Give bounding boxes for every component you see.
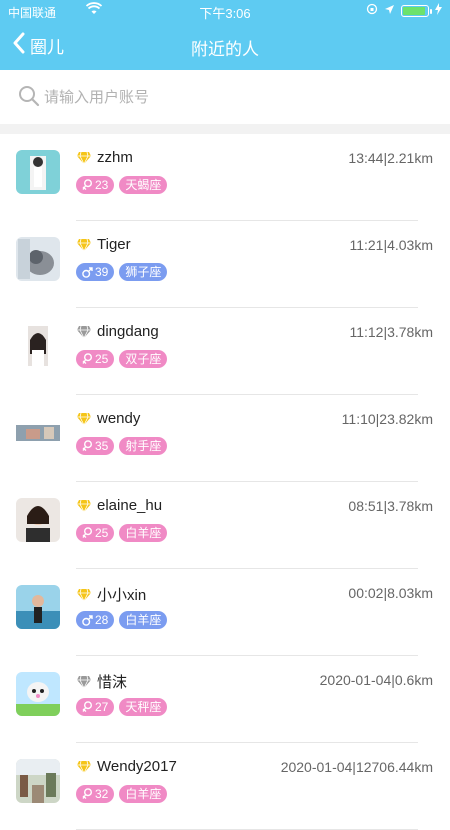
avatar[interactable] (16, 498, 60, 542)
age-label: 39 (95, 265, 109, 279)
time-distance: 13:44|2.21km (348, 150, 433, 166)
gender-age-badge: 39 (76, 263, 115, 281)
diamond-icon (76, 412, 92, 426)
female-icon (82, 440, 93, 452)
search-bar (0, 70, 450, 124)
user-name: wendy (97, 410, 141, 427)
gender-age-badge: 32 (76, 785, 115, 803)
female-icon (82, 701, 93, 713)
avatar[interactable] (16, 585, 60, 629)
age-label: 25 (95, 526, 109, 540)
list-item[interactable]: wendy 11:10|23.82km 35 射手座 (0, 395, 450, 482)
zodiac-badge: 白羊座 (119, 785, 168, 803)
time-distance: 08:51|3.78km (348, 498, 433, 514)
avatar[interactable] (16, 411, 60, 455)
gender-age-badge: 27 (76, 698, 115, 716)
male-icon (82, 614, 93, 626)
diamond-icon (76, 151, 92, 165)
location-icon (384, 4, 395, 18)
zodiac-badge: 白羊座 (119, 524, 168, 542)
charging-icon (435, 3, 442, 18)
search-icon (18, 85, 40, 107)
gender-age-badge: 35 (76, 437, 115, 455)
female-icon (82, 179, 93, 191)
user-name: 小小xin (97, 587, 147, 604)
diamond-icon (76, 588, 92, 602)
gender-age-badge: 25 (76, 524, 115, 542)
nearby-user-list: zzhm 13:44|2.21km 23 天蝎座 Tiger 11:21|4.03km 39… (0, 134, 450, 830)
avatar[interactable] (16, 672, 60, 716)
age-label: 28 (95, 613, 109, 627)
user-name: zzhm (97, 149, 133, 166)
list-item[interactable]: Wendy2017 2020-01-04|12706.44km 32 白羊座 (0, 743, 450, 830)
zodiac-badge: 白羊座 (119, 611, 168, 629)
female-icon (82, 788, 93, 800)
list-item[interactable]: elaine_hu 08:51|3.78km 25 白羊座 (0, 482, 450, 569)
list-item[interactable]: Tiger 11:21|4.03km 39 狮子座 (0, 221, 450, 308)
female-icon (82, 353, 93, 365)
page-title: 附近的人 (191, 40, 259, 59)
section-gap (0, 124, 450, 134)
search-input[interactable] (44, 84, 424, 110)
zodiac-badge: 天蝎座 (119, 176, 168, 194)
orientation-lock-icon (366, 3, 378, 18)
list-item[interactable]: 小小xin 00:02|8.03km 28 白羊座 (0, 569, 450, 656)
diamond-icon (76, 675, 92, 689)
battery-icon (401, 4, 432, 17)
user-name: 惜沫 (97, 674, 128, 691)
age-label: 32 (95, 787, 109, 801)
time-distance: 2020-01-04|12706.44km (280, 759, 433, 775)
zodiac-badge: 天秤座 (119, 698, 168, 716)
female-icon (82, 527, 93, 539)
time-distance: 11:21|4.03km (349, 237, 433, 253)
navbar: 圈儿 附近的人 (0, 26, 450, 66)
diamond-icon (76, 499, 92, 513)
diamond-icon (76, 325, 92, 339)
avatar[interactable] (16, 759, 60, 803)
list-item[interactable]: 惜沫 2020-01-04|0.6km 27 天秤座 (0, 656, 450, 743)
gender-age-badge: 23 (76, 176, 115, 194)
diamond-icon (76, 760, 92, 774)
status-bar: 中国联通 下午3:06 (0, 0, 450, 22)
gender-age-badge: 25 (76, 350, 115, 368)
user-name: dingdang (97, 323, 159, 340)
age-label: 35 (95, 439, 109, 453)
age-label: 27 (95, 700, 109, 714)
age-label: 25 (95, 352, 109, 366)
header: 中国联通 下午3:06 圈儿 附近的人 (0, 0, 450, 70)
zodiac-badge: 双子座 (119, 350, 168, 368)
zodiac-badge: 狮子座 (119, 263, 168, 281)
user-name: Tiger (97, 236, 131, 253)
avatar[interactable] (16, 150, 60, 194)
time-distance: 11:10|23.82km (341, 411, 433, 427)
time-distance: 2020-01-04|0.6km (319, 672, 433, 688)
list-item[interactable]: zzhm 13:44|2.21km 23 天蝎座 (0, 134, 450, 221)
zodiac-badge: 射手座 (119, 437, 168, 455)
diamond-icon (76, 238, 92, 252)
avatar[interactable] (16, 237, 60, 281)
time-distance: 00:02|8.03km (348, 585, 433, 601)
user-name: elaine_hu (97, 497, 163, 514)
male-icon (82, 266, 93, 278)
avatar[interactable] (16, 324, 60, 368)
age-label: 23 (95, 178, 109, 192)
gender-age-badge: 28 (76, 611, 115, 629)
time-distance: 11:12|3.78km (349, 324, 433, 340)
list-item[interactable]: dingdang 11:12|3.78km 25 双子座 (0, 308, 450, 395)
user-name: Wendy2017 (97, 758, 177, 775)
